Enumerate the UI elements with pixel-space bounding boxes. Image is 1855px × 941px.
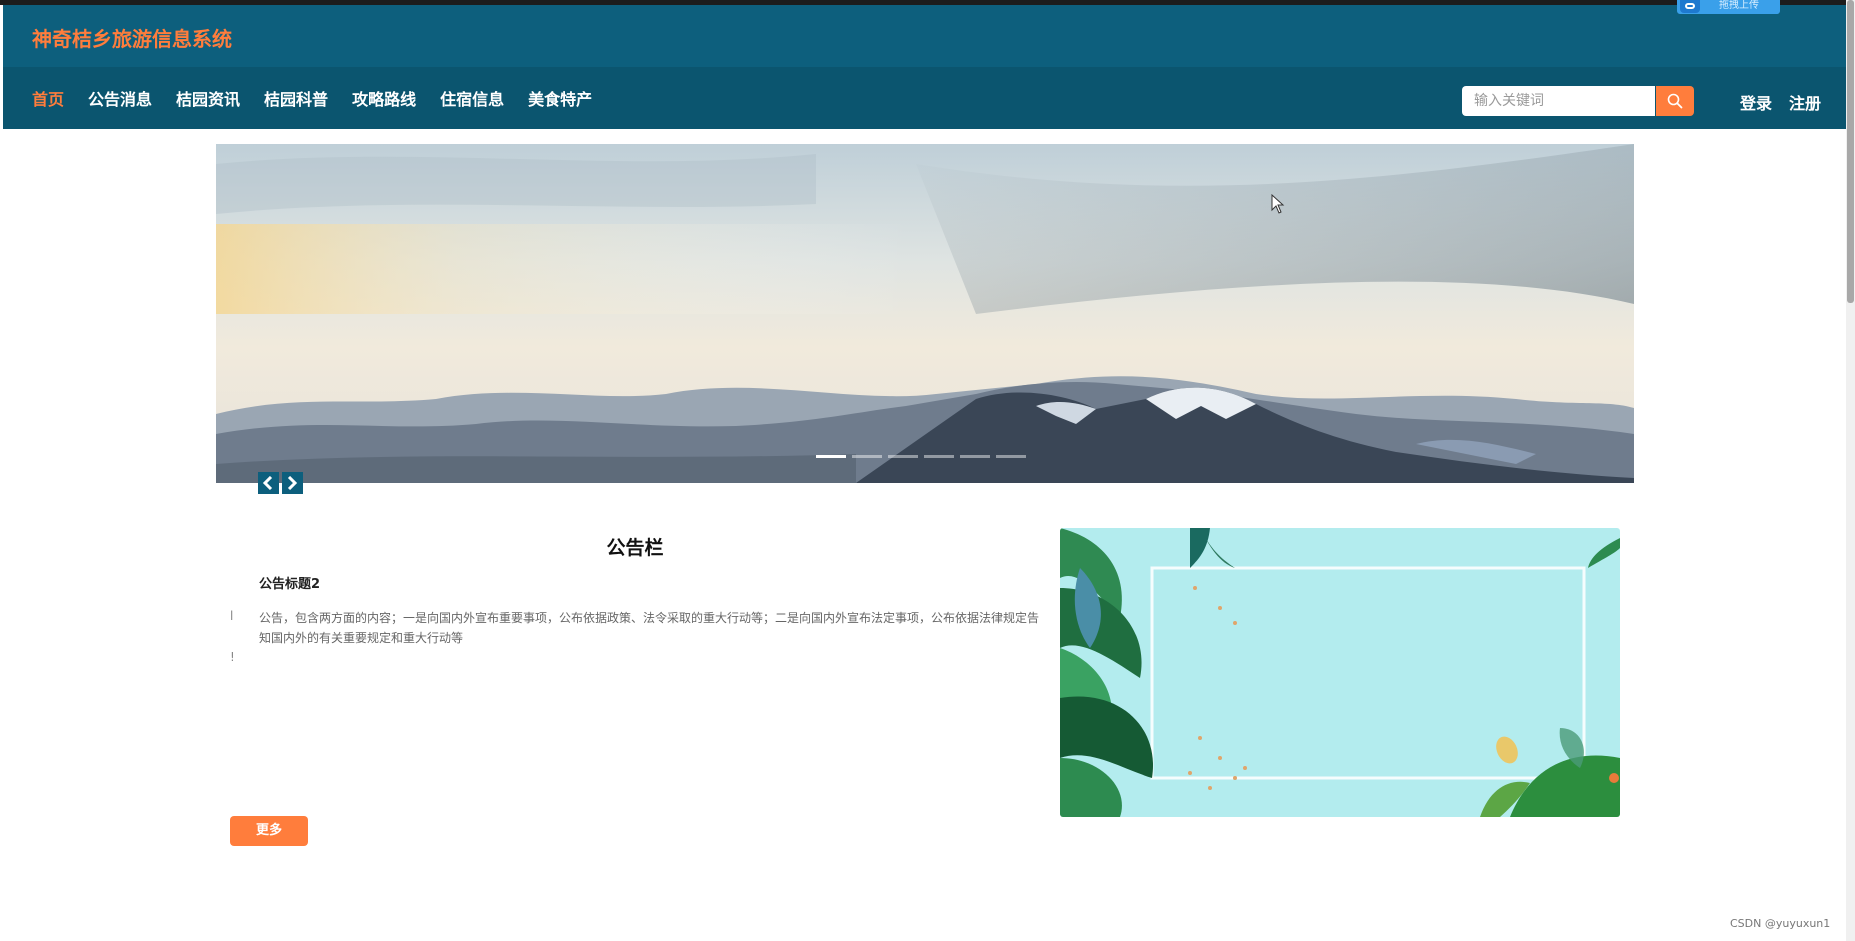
site-header: 神奇桔乡旅游信息系统 bbox=[3, 5, 1846, 67]
search-icon bbox=[1667, 93, 1683, 109]
carousel-next-button[interactable] bbox=[282, 472, 303, 494]
carousel-prev-button[interactable] bbox=[258, 472, 279, 494]
carousel-indicators bbox=[816, 455, 1026, 458]
carousel-dot[interactable] bbox=[816, 455, 846, 458]
drag-upload-badge[interactable]: 拖拽上传 bbox=[1677, 0, 1780, 14]
carousel-dot[interactable] bbox=[996, 455, 1026, 458]
tropical-leaves-image bbox=[1060, 528, 1620, 817]
nav-menu: 首页 公告消息 桔园资讯 桔园科普 攻略路线 住宿信息 美食特产 bbox=[32, 67, 616, 129]
register-link[interactable]: 注册 bbox=[1789, 90, 1821, 114]
carousel-arrows bbox=[258, 472, 303, 494]
carousel-dot[interactable] bbox=[852, 455, 882, 458]
more-button[interactable]: 更多 bbox=[230, 816, 308, 846]
chevron-right-icon bbox=[287, 476, 298, 490]
notice-board-title: 公告栏 bbox=[606, 537, 664, 559]
leaf-frame-illustration bbox=[1060, 528, 1620, 817]
mouse-cursor-icon bbox=[1271, 194, 1285, 214]
csdn-watermark: CSDN @yuyuxun1 bbox=[1730, 917, 1831, 930]
carousel-dot[interactable] bbox=[888, 455, 918, 458]
drag-upload-label: 拖拽上传 bbox=[1719, 0, 1759, 11]
site-title[interactable]: 神奇桔乡旅游信息系统 bbox=[32, 23, 232, 52]
login-link[interactable]: 登录 bbox=[1740, 90, 1772, 114]
notice-side-mark: ! bbox=[230, 650, 235, 664]
carousel-dot[interactable] bbox=[960, 455, 990, 458]
notice-item-content: 公告，包含两方面的内容；一是向国内外宣布重要事项，公布依据政策、法令采取的重大行… bbox=[259, 611, 1040, 645]
nav-item-travel-routes[interactable]: 攻略路线 bbox=[352, 86, 416, 110]
nav-item-announcements[interactable]: 公告消息 bbox=[88, 86, 152, 110]
nav-item-orchard-news[interactable]: 桔园资讯 bbox=[176, 86, 240, 110]
nav-item-food-specialties[interactable]: 美食特产 bbox=[528, 86, 592, 110]
search-input[interactable] bbox=[1462, 86, 1655, 116]
scrollbar-thumb[interactable] bbox=[1847, 0, 1854, 303]
notice-item-title[interactable]: 公告标题2 bbox=[259, 573, 320, 592]
search-button[interactable] bbox=[1656, 86, 1694, 116]
nav-item-lodging[interactable]: 住宿信息 bbox=[440, 86, 504, 110]
notice-side-mark: l bbox=[230, 609, 234, 623]
infinity-icon bbox=[1680, 0, 1700, 13]
carousel-banner[interactable] bbox=[216, 144, 1634, 483]
nav-item-orchard-science[interactable]: 桔园科普 bbox=[264, 86, 328, 110]
mountain-landscape-image bbox=[216, 144, 1634, 483]
chevron-left-icon bbox=[262, 476, 273, 490]
nav-item-home[interactable]: 首页 bbox=[32, 86, 64, 110]
carousel-dot[interactable] bbox=[924, 455, 954, 458]
